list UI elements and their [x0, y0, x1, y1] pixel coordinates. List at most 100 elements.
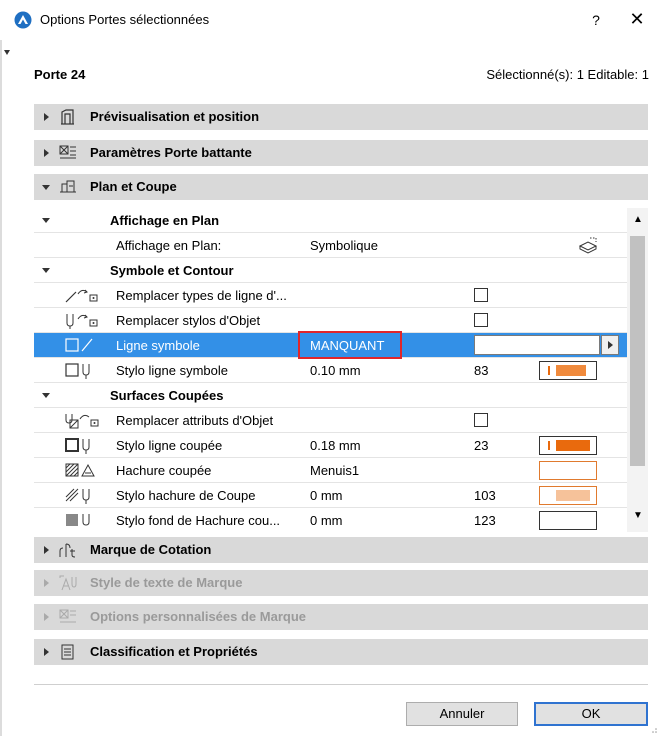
pen-number[interactable]: 23 [474, 438, 488, 453]
archicad-app-icon [14, 11, 32, 29]
expand-arrow-icon[interactable] [44, 648, 49, 656]
row-label: Affichage en Plan: [116, 238, 222, 253]
override-attributes-checkbox[interactable] [474, 413, 488, 427]
override-linetype-icon [65, 289, 98, 303]
tree-row-plan-display[interactable]: Affichage en Plan: Symbolique [34, 233, 627, 258]
row-value: 0.10 mm [310, 363, 361, 378]
section-label: Options personnalisées de Marque [90, 609, 306, 624]
pen-number[interactable]: 123 [474, 513, 496, 528]
collapse-arrow-icon[interactable] [42, 185, 50, 190]
section-label: Prévisualisation et position [90, 109, 260, 124]
settings-tree: Affichage en Plan Affichage en Plan: Sym… [34, 208, 627, 532]
section-door-parameters[interactable]: Paramètres Porte battante [34, 140, 648, 166]
row-label: Remplacer stylos d'Objet [116, 313, 261, 328]
footer-divider [34, 684, 648, 685]
row-value[interactable]: Menuis1 [310, 463, 359, 478]
group-label: Symbole et Contour [110, 263, 234, 278]
section-label: Marque de Cotation [90, 542, 212, 557]
cut-fill-icon [65, 463, 95, 477]
custom-settings-icon [59, 609, 76, 623]
row-value: 0 mm [310, 488, 343, 503]
pen-number[interactable]: 103 [474, 488, 496, 503]
dimension-marker-icon [59, 543, 76, 558]
tree-group-cut-surfaces[interactable]: Surfaces Coupées [34, 383, 627, 408]
expand-arrow-icon [44, 613, 49, 621]
section-plan-section[interactable]: Plan et Coupe [34, 174, 648, 200]
cancel-button[interactable]: Annuler [406, 702, 518, 726]
group-label: Surfaces Coupées [110, 388, 224, 403]
row-value: 0 mm [310, 513, 343, 528]
symbol-line-field[interactable] [474, 335, 600, 355]
tree-row-override-pens[interactable]: Remplacer stylos d'Objet [34, 308, 627, 333]
expand-arrow-icon[interactable] [44, 546, 49, 554]
expand-arrow-icon [44, 579, 49, 587]
tree-row-cut-fill-pen[interactable]: Stylo hachure de Coupe 0 mm 103 [34, 483, 627, 508]
missing-value[interactable]: MANQUANT [310, 338, 384, 353]
row-label: Ligne symbole [116, 338, 200, 353]
row-label: Stylo ligne symbole [116, 363, 228, 378]
cut-line-pen-icon [65, 438, 90, 454]
row-label: Remplacer attributs d'Objet [116, 413, 274, 428]
help-button[interactable]: ? [584, 8, 608, 32]
row-value: 0.18 mm [310, 438, 361, 453]
expand-arrow-icon[interactable] [44, 113, 49, 121]
pen-swatch[interactable] [539, 436, 597, 455]
tree-scrollbar[interactable]: ▲ ▼ [627, 208, 648, 532]
section-label: Style de texte de Marque [90, 575, 243, 590]
override-pens-checkbox[interactable] [474, 313, 488, 327]
row-label: Stylo fond de Hachure cou... [116, 513, 281, 528]
ok-button[interactable]: OK [534, 702, 648, 726]
section-preview[interactable]: Prévisualisation et position [34, 104, 648, 130]
tree-row-cut-fill-background[interactable]: Stylo fond de Hachure cou... 0 mm 123 [34, 508, 627, 532]
tree-row-symbol-line[interactable]: Ligne symbole MANQUANT [34, 331, 627, 359]
element-name: Porte 24 [34, 67, 86, 82]
scroll-thumb[interactable] [630, 236, 645, 466]
document-icon [61, 644, 74, 660]
collapse-arrow-icon[interactable] [42, 218, 50, 223]
tree-group-plan-display[interactable]: Affichage en Plan [34, 208, 627, 233]
pin-arrow-icon[interactable] [4, 50, 10, 55]
tree-group-symbol-outline[interactable]: Symbole et Contour [34, 258, 627, 283]
symbol-line-icon [65, 338, 93, 352]
tree-row-override-linetypes[interactable]: Remplacer types de ligne d'... [34, 283, 627, 308]
pen-number[interactable]: 83 [474, 363, 488, 378]
row-label: Remplacer types de ligne d'... [116, 288, 287, 303]
window-title: Options Portes sélectionnées [40, 12, 210, 27]
override-linetypes-checkbox[interactable] [474, 288, 488, 302]
expand-arrow-icon[interactable] [44, 149, 49, 157]
plan-section-icon [60, 180, 76, 193]
pen-swatch[interactable] [539, 486, 597, 505]
close-button[interactable]: ✕ [625, 7, 649, 31]
collapse-arrow-icon[interactable] [42, 268, 50, 273]
group-label: Affichage en Plan [110, 213, 220, 228]
parameters-icon [59, 145, 76, 159]
symbolic-view-icon [578, 237, 598, 254]
tree-row-override-attributes[interactable]: Remplacer attributs d'Objet [34, 408, 627, 433]
title-bar: Options Portes sélectionnées ? ✕ [0, 0, 660, 40]
scroll-down-icon[interactable]: ▼ [633, 510, 643, 521]
tree-row-cut-fill[interactable]: Hachure coupée Menuis1 [34, 458, 627, 483]
pen-icon [65, 363, 90, 379]
preview-icon [61, 109, 74, 125]
resize-grip-icon[interactable] [648, 724, 658, 734]
selection-info: Sélectionné(s): 1 Editable: 1 [486, 67, 649, 82]
picker-arrow-icon [608, 341, 613, 349]
collapse-arrow-icon[interactable] [42, 393, 50, 398]
pen-swatch[interactable] [539, 361, 597, 380]
dialog-left-edge [0, 40, 2, 736]
section-label: Classification et Propriétés [90, 644, 258, 659]
section-dimension-marker[interactable]: Marque de Cotation [34, 537, 648, 563]
section-classification[interactable]: Classification et Propriétés [34, 639, 648, 665]
fill-background-pen-icon [66, 514, 90, 526]
fill-swatch[interactable] [539, 461, 597, 480]
override-pen-icon [66, 314, 98, 329]
symbol-line-picker-button[interactable] [601, 335, 619, 355]
tree-row-symbol-line-pen[interactable]: Stylo ligne symbole 0.10 mm 83 [34, 358, 627, 383]
fill-pen-icon [65, 488, 90, 504]
row-label: Stylo hachure de Coupe [116, 488, 256, 503]
scroll-up-icon[interactable]: ▲ [633, 214, 643, 225]
row-value[interactable]: Symbolique [310, 238, 378, 253]
pen-swatch[interactable] [539, 511, 597, 530]
tree-row-cut-line-pen[interactable]: Stylo ligne coupée 0.18 mm 23 [34, 433, 627, 458]
row-label: Stylo ligne coupée [116, 438, 223, 453]
